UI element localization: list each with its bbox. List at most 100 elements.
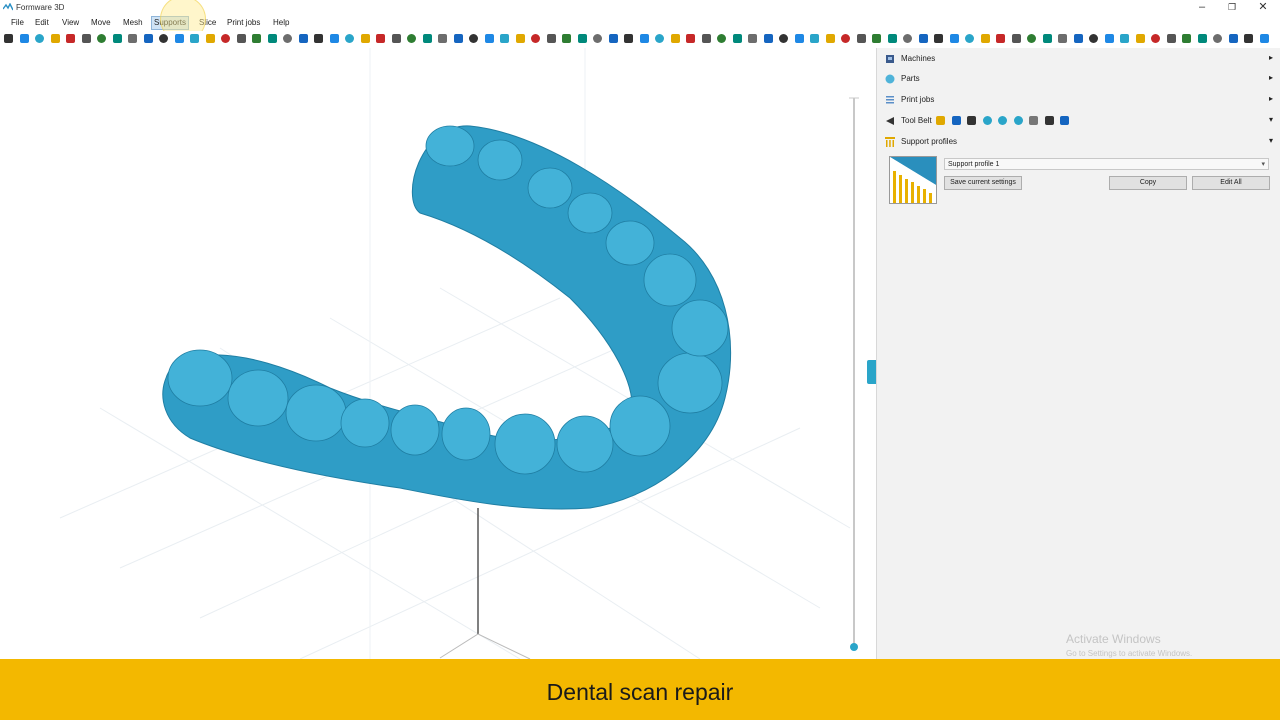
toolbar-tool-icon[interactable] — [267, 34, 277, 43]
toolbar-tool-icon[interactable] — [996, 34, 1005, 43]
toolbar-tool-icon[interactable] — [732, 34, 742, 43]
toolbar-tool-icon[interactable] — [825, 34, 835, 43]
tool-belt-tool-icon[interactable] — [936, 116, 945, 125]
toolbar-tool-icon[interactable] — [66, 34, 75, 43]
tool-belt-tool-icon[interactable] — [1029, 116, 1038, 125]
toolbar-tool-icon[interactable] — [1089, 34, 1098, 43]
toolbar-tool-icon[interactable] — [810, 34, 819, 43]
toolbar-tool-icon[interactable] — [376, 34, 385, 43]
tool-belt-tool-icon[interactable] — [1060, 116, 1069, 125]
toolbar-tool-icon[interactable] — [112, 34, 122, 43]
menu-mesh[interactable]: Mesh — [121, 17, 145, 29]
toolbar-tool-icon[interactable] — [345, 34, 354, 43]
edit-all-button[interactable]: Edit All — [1192, 176, 1270, 190]
toolbar-tool-icon[interactable] — [593, 34, 602, 43]
toolbar-tool-icon[interactable] — [856, 34, 866, 43]
toolbar-tool-icon[interactable] — [1058, 34, 1067, 43]
toolbar-tool-icon[interactable] — [1135, 34, 1145, 43]
toolbar-tool-icon[interactable] — [205, 34, 215, 43]
tool-belt-tool-icon[interactable] — [967, 116, 976, 125]
toolbar-tool-icon[interactable] — [97, 34, 106, 43]
save-current-settings-button[interactable]: Save current settings — [944, 176, 1022, 190]
menu-print-jobs[interactable]: Print jobs — [225, 17, 262, 29]
menu-view[interactable]: View — [60, 17, 81, 29]
toolbar-tool-icon[interactable] — [329, 34, 339, 43]
panel-parts[interactable]: Parts ▸ — [877, 69, 1280, 89]
toolbar-tool-icon[interactable] — [422, 34, 432, 43]
toolbar-tool-icon[interactable] — [174, 34, 184, 43]
toolbar-tool-icon[interactable] — [670, 34, 680, 43]
toolbar-tool-icon[interactable] — [624, 34, 633, 43]
toolbar-tool-icon[interactable] — [190, 34, 199, 43]
toolbar-tool-icon[interactable] — [655, 34, 664, 43]
toolbar-tool-icon[interactable] — [562, 34, 571, 43]
toolbar-tool-icon[interactable] — [1104, 34, 1114, 43]
toolbar-tool-icon[interactable] — [1011, 34, 1021, 43]
toolbar-tool-icon[interactable] — [500, 34, 509, 43]
toolbar-tool-icon[interactable] — [577, 34, 587, 43]
toolbar-tool-icon[interactable] — [221, 34, 230, 43]
toolbar-tool-icon[interactable] — [980, 34, 990, 43]
menu-move[interactable]: Move — [89, 17, 113, 29]
menu-file[interactable]: File — [9, 17, 26, 29]
panel-machines[interactable]: Machines ▸ — [877, 49, 1280, 69]
copy-button[interactable]: Copy — [1109, 176, 1187, 190]
support-profile-select[interactable]: Support profile 1 ▾ — [944, 158, 1269, 170]
3d-viewport[interactable] — [0, 48, 876, 659]
toolbar-tool-icon[interactable] — [438, 34, 447, 43]
toolbar-tool-icon[interactable] — [1042, 34, 1052, 43]
dental-model[interactable] — [162, 125, 732, 510]
menu-supports[interactable]: Supports — [151, 16, 190, 30]
panel-collapse-tab[interactable] — [867, 360, 876, 384]
toolbar-tool-icon[interactable] — [763, 34, 773, 43]
toolbar-tool-icon[interactable] — [469, 34, 478, 43]
toolbar-tool-icon[interactable] — [748, 34, 757, 43]
toolbar-tool-icon[interactable] — [252, 34, 261, 43]
toolbar-tool-icon[interactable] — [701, 34, 711, 43]
toolbar-tool-icon[interactable] — [81, 34, 91, 43]
toolbar-tool-icon[interactable] — [1197, 34, 1207, 43]
toolbar-tool-icon[interactable] — [283, 34, 292, 43]
minimize-button[interactable]: – — [1187, 0, 1217, 15]
toolbar-tool-icon[interactable] — [887, 34, 897, 43]
panel-tool-belt[interactable]: Tool Belt ▾ — [877, 111, 1280, 131]
close-button[interactable]: ✕ — [1248, 0, 1278, 15]
toolbar-tool-icon[interactable] — [4, 34, 13, 43]
tool-belt-tool-icon[interactable] — [951, 116, 961, 125]
toolbar-tool-icon[interactable] — [639, 34, 649, 43]
toolbar-tool-icon[interactable] — [1166, 34, 1176, 43]
toolbar-tool-icon[interactable] — [546, 34, 556, 43]
toolbar-tool-icon[interactable] — [236, 34, 246, 43]
toolbar-tool-icon[interactable] — [143, 34, 153, 43]
toolbar-tool-icon[interactable] — [934, 34, 943, 43]
toolbar-tool-icon[interactable] — [50, 34, 60, 43]
toolbar-tool-icon[interactable] — [1182, 34, 1191, 43]
tool-belt-tool-icon[interactable] — [1044, 116, 1054, 125]
toolbar-tool-icon[interactable] — [779, 34, 788, 43]
tool-belt-tool-icon[interactable] — [982, 116, 992, 125]
toolbar-tool-icon[interactable] — [918, 34, 928, 43]
toolbar-tool-icon[interactable] — [19, 34, 29, 43]
toolbar-tool-icon[interactable] — [1213, 34, 1222, 43]
toolbar-tool-icon[interactable] — [1120, 34, 1129, 43]
tool-belt-tool-icon[interactable] — [998, 116, 1007, 125]
toolbar-tool-icon[interactable] — [531, 34, 540, 43]
toolbar-tool-icon[interactable] — [903, 34, 912, 43]
toolbar-tool-icon[interactable] — [794, 34, 804, 43]
toolbar-tool-icon[interactable] — [159, 34, 168, 43]
toolbar-tool-icon[interactable] — [484, 34, 494, 43]
toolbar-tool-icon[interactable] — [841, 34, 850, 43]
toolbar-tool-icon[interactable] — [686, 34, 695, 43]
toolbar-tool-icon[interactable] — [965, 34, 974, 43]
tool-belt-tool-icon[interactable] — [1013, 116, 1023, 125]
toolbar-tool-icon[interactable] — [314, 34, 323, 43]
toolbar-tool-icon[interactable] — [298, 34, 308, 43]
toolbar-tool-icon[interactable] — [1259, 34, 1269, 43]
toolbar-tool-icon[interactable] — [128, 34, 137, 43]
toolbar-tool-icon[interactable] — [1073, 34, 1083, 43]
toolbar-tool-icon[interactable] — [1228, 34, 1238, 43]
toolbar-tool-icon[interactable] — [872, 34, 881, 43]
panel-support-profiles[interactable]: Support profiles ▾ — [877, 132, 1280, 152]
toolbar-tool-icon[interactable] — [407, 34, 416, 43]
toolbar-tool-icon[interactable] — [1027, 34, 1036, 43]
